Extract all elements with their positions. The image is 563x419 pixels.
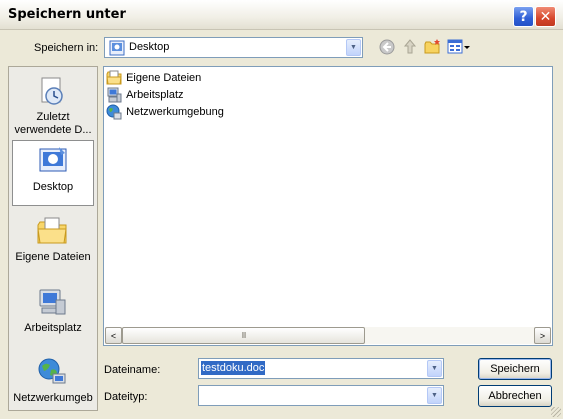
location-dropdown-icon[interactable]: ▼ [346, 39, 361, 56]
places-bar: Zuletzt verwendete D... Desktop Eigene D… [8, 66, 98, 411]
scroll-thumb[interactable]: III [122, 327, 365, 344]
filename-value[interactable]: testdoku.doc [201, 361, 266, 375]
my-documents-icon [37, 217, 67, 244]
place-recent[interactable]: Zuletzt verwendete D... [12, 71, 94, 137]
scroll-right-icon: > [539, 330, 546, 341]
cancel-button[interactable]: Abbrechen [478, 385, 552, 407]
list-item[interactable]: Netzwerkumgebung [106, 104, 224, 120]
place-label: Desktop [32, 181, 74, 193]
network-icon [38, 358, 66, 384]
file-name: Eigene Dateien [126, 72, 202, 84]
scroll-right-button[interactable]: > [534, 327, 551, 344]
back-icon[interactable] [378, 38, 396, 56]
recent-documents-icon [41, 77, 63, 105]
filetype-select[interactable]: ▼ [198, 385, 444, 406]
grip-icon: III [241, 331, 247, 340]
help-icon: ? [519, 8, 528, 25]
desktop-small-icon [109, 40, 125, 56]
folder-icon [106, 70, 122, 85]
save-in-label: Speichern in: [34, 42, 99, 54]
place-label: Zuletzt verwendete D... [14, 111, 92, 136]
up-folder-icon[interactable] [401, 38, 419, 56]
file-list[interactable]: Eigene Dateien Arbeitsplatz Netzwerkumge… [103, 66, 553, 346]
filename-field[interactable]: testdoku.doc ▼ [198, 358, 444, 379]
place-label: Eigene Dateien [15, 251, 91, 263]
close-icon: ✕ [539, 8, 552, 25]
scroll-left-icon: < [110, 330, 117, 341]
file-name: Arbeitsplatz [126, 89, 184, 101]
place-my-documents[interactable]: Eigene Dateien [12, 211, 94, 277]
list-item[interactable]: Eigene Dateien [106, 70, 201, 86]
network-icon [106, 104, 122, 120]
desktop-icon [39, 147, 67, 172]
save-button[interactable]: Speichern [478, 358, 552, 380]
filename-dropdown-icon[interactable]: ▼ [427, 360, 442, 377]
filetype-label: Dateityp: [104, 391, 148, 403]
place-label: Arbeitsplatz [24, 322, 82, 334]
my-computer-icon [39, 289, 66, 315]
place-label: Netzwerkumgeb [13, 392, 93, 404]
filename-label: Dateiname: [104, 364, 161, 376]
location-value: Desktop [129, 41, 170, 53]
title-bar: Speichern unter ? ✕ [0, 0, 563, 30]
computer-icon [107, 87, 122, 103]
view-menu-icon[interactable] [447, 38, 471, 56]
location-combobox[interactable]: Desktop ▼ [104, 37, 363, 58]
window-title: Speichern unter [8, 7, 126, 22]
filetype-dropdown-icon[interactable]: ▼ [427, 387, 442, 404]
scroll-left-button[interactable]: < [105, 327, 122, 344]
new-folder-icon[interactable] [424, 38, 442, 56]
resize-grip[interactable] [551, 407, 561, 417]
place-network[interactable]: Netzwerkumgeb [12, 352, 94, 418]
close-button[interactable]: ✕ [535, 6, 556, 27]
list-item[interactable]: Arbeitsplatz [106, 87, 184, 103]
horizontal-scrollbar[interactable]: < III > [105, 327, 551, 344]
help-button[interactable]: ? [513, 6, 534, 27]
place-my-computer[interactable]: Arbeitsplatz [12, 282, 94, 348]
file-name: Netzwerkumgebung [126, 106, 224, 118]
place-desktop[interactable]: Desktop [12, 140, 94, 206]
